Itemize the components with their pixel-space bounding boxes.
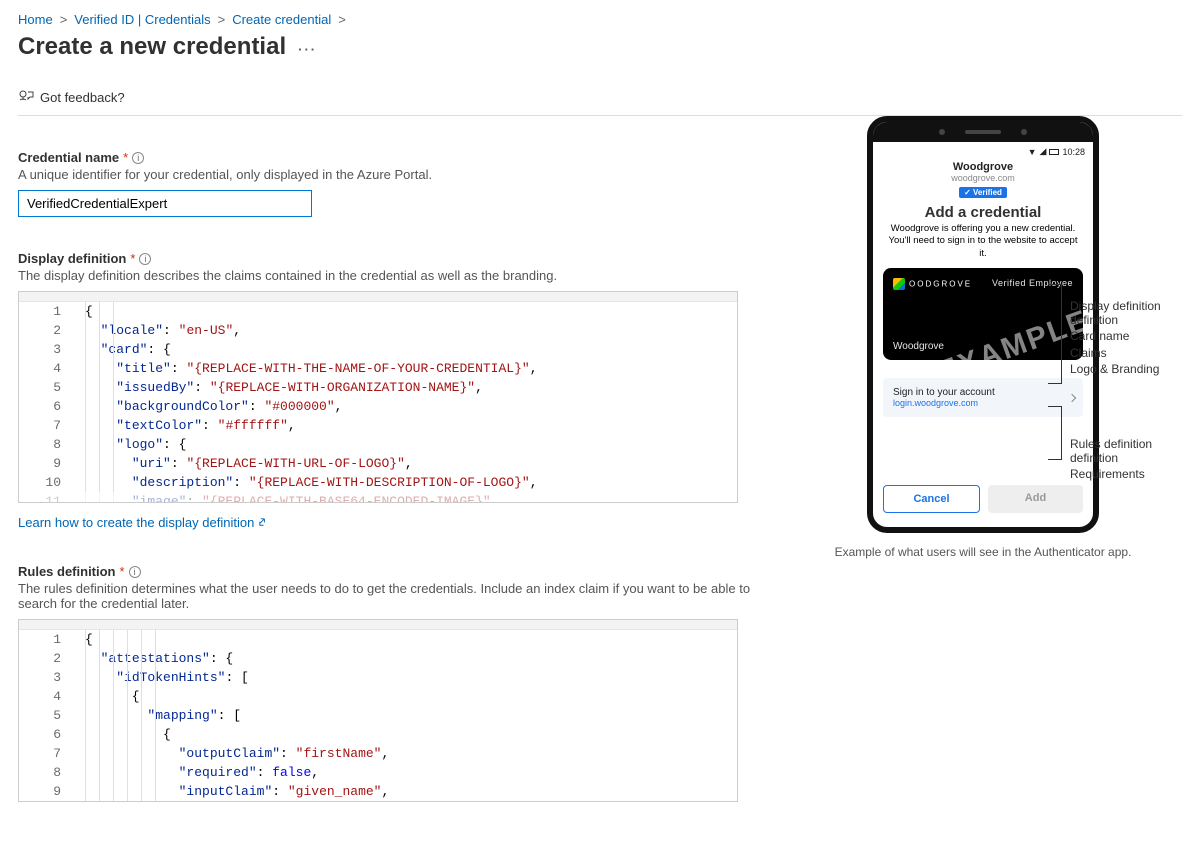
cancel-button: Cancel [883, 485, 980, 513]
breadcrumb-level1[interactable]: Verified ID | Credentials [74, 12, 210, 27]
info-icon[interactable]: i [129, 566, 141, 578]
required-marker: * [123, 150, 128, 165]
phone-domain: woodgrove.com [883, 173, 1083, 183]
phone-time: 10:28 [1062, 147, 1085, 157]
signin-url: login.woodgrove.com [893, 398, 1061, 408]
phone-org: Woodgrove [883, 161, 1083, 173]
external-link-icon [258, 517, 269, 528]
breadcrumb-home[interactable]: Home [18, 12, 53, 27]
callout-display: Display definition definition Card name … [1070, 298, 1161, 377]
phone-mock: ▼ ◢ 10:28 Woodgrove woodgrove.com ✓ Veri… [867, 116, 1099, 533]
display-definition-label: Display definition [18, 251, 126, 266]
chevron-right-icon [1068, 393, 1076, 401]
info-icon[interactable]: i [139, 253, 151, 265]
card-brand: OODGROVE [893, 278, 972, 290]
display-definition-editor[interactable]: 1{2 "locale": "en-US",3 "card": {4 "titl… [18, 291, 738, 503]
signin-title: Sign in to your account [893, 387, 1061, 398]
credential-name-hint: A unique identifier for your credential,… [18, 167, 758, 182]
breadcrumb-sep: > [338, 12, 346, 27]
preview-caption: Example of what users will see in the Au… [798, 545, 1168, 559]
breadcrumb-sep: > [218, 12, 226, 27]
required-marker: * [120, 564, 125, 579]
phone-heading: Add a credential [873, 204, 1093, 221]
logo-icon [893, 278, 905, 290]
rules-definition-editor[interactable]: 1{2 "attestations": {3 "idTokenHints": [… [18, 619, 738, 802]
credential-name-input[interactable] [18, 190, 312, 217]
credential-name-label: Credential name [18, 150, 119, 165]
phone-subtext: Woodgrove is offering you a new credenti… [873, 223, 1093, 260]
feedback-icon [18, 89, 34, 105]
breadcrumb: Home > Verified ID | Credentials > Creat… [18, 12, 1182, 27]
page-title: Create a new credential [18, 33, 286, 61]
breadcrumb-sep: > [60, 12, 68, 27]
rules-definition-hint: The rules definition determines what the… [18, 581, 758, 611]
add-button: Add [988, 485, 1083, 513]
feedback-link[interactable]: Got feedback? [40, 90, 125, 105]
rules-definition-label: Rules definition [18, 564, 116, 579]
example-preview: ▼ ◢ 10:28 Woodgrove woodgrove.com ✓ Veri… [798, 116, 1168, 559]
display-definition-learn-link[interactable]: Learn how to create the display definiti… [18, 515, 269, 530]
verified-badge: ✓ Verified [959, 187, 1007, 198]
info-icon[interactable]: i [132, 152, 144, 164]
card-issuer: Woodgrove [893, 341, 944, 352]
callout-rules: Rules definition definition Requirements [1070, 436, 1152, 483]
display-definition-hint: The display definition describes the cla… [18, 268, 758, 283]
required-marker: * [130, 251, 135, 266]
more-menu-button[interactable]: ··· [298, 42, 317, 57]
breadcrumb-level2[interactable]: Create credential [232, 12, 331, 27]
